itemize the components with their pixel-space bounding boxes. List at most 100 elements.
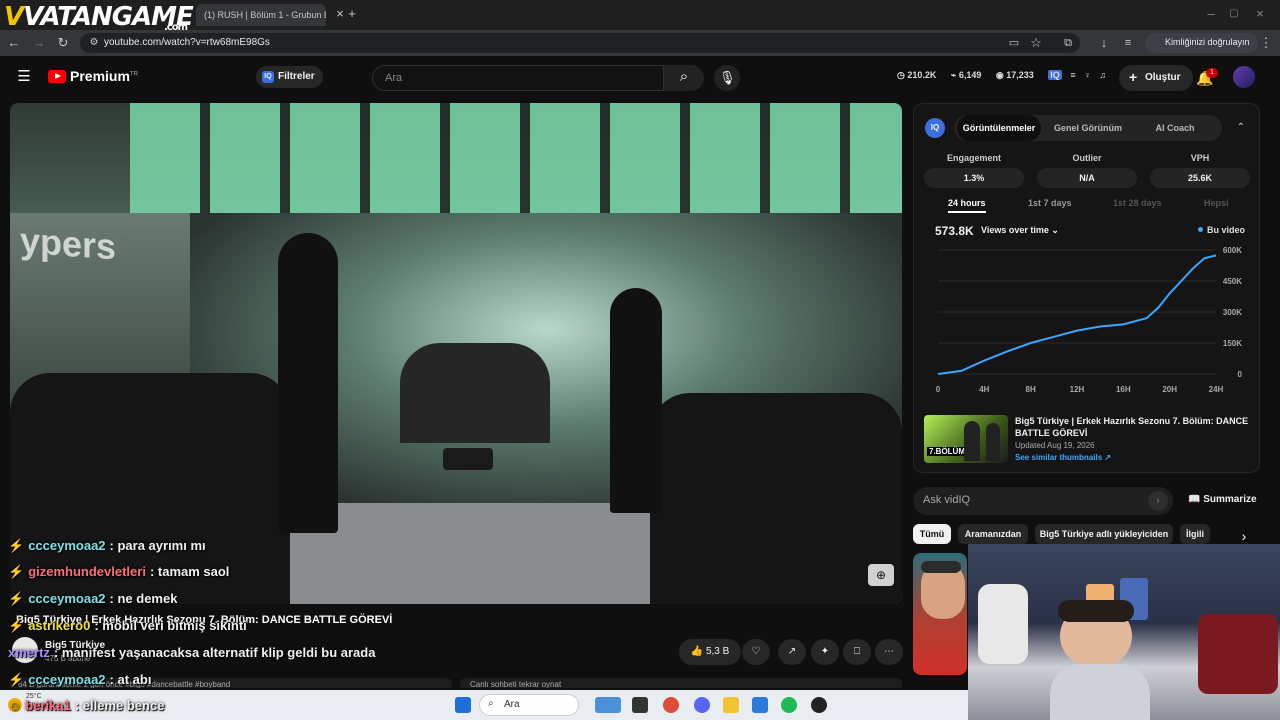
address-bar-row: ← → ↻ youtube.com/watch?v=rtw68mE98Gs ⚙ …	[0, 30, 1280, 56]
ask-vidiq-input[interactable]: Ask vidIQ	[913, 487, 1173, 515]
chart-y-tick: 150K	[1223, 339, 1242, 348]
window-close-icon[interactable]: ×	[1252, 6, 1268, 22]
video-player[interactable]: ypers ⊕	[10, 103, 902, 604]
search-button[interactable]: ⌕	[664, 65, 704, 91]
chart-series-line	[937, 254, 1217, 375]
filter-button[interactable]: IQ Filtreler	[256, 66, 323, 88]
list-icon[interactable]: ≡	[1070, 70, 1075, 80]
related-thumbnail[interactable]: 7.BÖLÜM	[924, 415, 1008, 463]
chart-y-tick: 300K	[1223, 308, 1242, 317]
video-frame-dancer-left	[278, 233, 338, 533]
search-input[interactable]: Ara	[372, 65, 664, 91]
obs-icon[interactable]	[811, 697, 827, 713]
cast-icon[interactable]: ▭	[1006, 35, 1022, 51]
tab-ai-coach[interactable]: AI Coach	[1140, 115, 1210, 141]
back-icon[interactable]: ←	[6, 35, 22, 51]
more-icon: ⋯	[884, 646, 894, 657]
windows-start-icon[interactable]	[455, 697, 471, 713]
chat-message: ☺ berika1: elleme bence	[8, 698, 164, 713]
like-button[interactable]: 👍 5,3 B	[679, 639, 741, 665]
taskbar-widget-icon[interactable]	[595, 697, 621, 713]
more-actions-button[interactable]: ⋯	[875, 639, 903, 665]
bookmark-icon: ⎕	[854, 646, 860, 657]
chat-text: : mobil veri bitmiş sikinti	[94, 618, 247, 633]
chat-badge-icon: ⚡	[8, 672, 25, 687]
new-tab-icon[interactable]: +	[344, 6, 360, 22]
extensions-icon[interactable]: ⧉	[1060, 35, 1076, 51]
views-mode-dropdown[interactable]: Views over time ⌄	[981, 225, 1059, 236]
spotify-icon[interactable]	[781, 697, 797, 713]
chart-y-tick: 0	[1238, 370, 1243, 379]
plus-icon: +	[1129, 69, 1138, 85]
chat-badge-icon: ⚡	[8, 591, 25, 606]
like-count: 5,3 B	[705, 646, 730, 657]
save-button[interactable]: ⎕	[843, 639, 871, 665]
chat-message: ⚡ ccceymoaa2: para ayrımı mı	[8, 538, 206, 554]
reload-icon[interactable]: ↻	[55, 35, 71, 51]
user-avatar[interactable]	[1233, 66, 1255, 88]
tab-overview[interactable]: Genel Görünüm	[1049, 115, 1127, 141]
summarize-button[interactable]: 📖 Summarize	[1188, 494, 1257, 505]
site-info-icon[interactable]: ⚙	[86, 35, 102, 51]
related-title[interactable]: Big5 Türkiye | Erkek Hazırlık Sezonu 7. …	[1015, 415, 1255, 439]
tab-active-video[interactable]: (1) RUSH | Bölüm 1 - Grubun Ege...	[196, 4, 326, 26]
thumbnail-label: 7.BÖLÜM	[927, 447, 967, 456]
chat-user: ccceymoaa2	[28, 538, 106, 553]
range-7d[interactable]: 1st 7 days	[1028, 198, 1072, 208]
trophy-icon[interactable]: ♀	[1084, 70, 1091, 80]
share-button[interactable]: ↗	[778, 639, 806, 665]
range-all[interactable]: Hepsi	[1204, 198, 1229, 208]
filter-label: Filtreler	[278, 71, 315, 82]
channel-stats: ◷ 210.2K ⌁ 6,149 ◉ 17,233 IQ ≡ ♀ ♫	[897, 70, 1112, 81]
maximize-icon[interactable]: ▢	[1226, 6, 1242, 22]
range-28d[interactable]: 1st 28 days	[1113, 198, 1162, 208]
dislike-button[interactable]: ♡	[742, 639, 770, 665]
forward-icon[interactable]: →	[31, 35, 47, 51]
range-24h[interactable]: 24 hours	[948, 198, 986, 213]
chip-from-search[interactable]: Aramanızdan	[958, 524, 1028, 544]
reading-list-icon[interactable]: ≡	[1120, 35, 1136, 51]
verify-identity-button[interactable]: Kimliğinizi doğrulayın	[1145, 33, 1258, 53]
hamburger-menu-icon[interactable]: ☰	[16, 69, 32, 85]
similar-thumbnails-link[interactable]: See similar thumbnails ↗	[1015, 453, 1111, 462]
chip-all[interactable]: Tümü	[913, 524, 951, 544]
bell-small-icon[interactable]: ♫	[1099, 70, 1106, 80]
video-frame-crowd-right	[650, 393, 902, 604]
chips-next-icon[interactable]: ›	[1236, 528, 1252, 544]
chat-user: ccceymoaa2	[28, 591, 106, 606]
discord-icon[interactable]	[694, 697, 710, 713]
create-button[interactable]: + Oluştur	[1119, 65, 1193, 91]
store-icon[interactable]	[752, 697, 768, 713]
browser-menu-icon[interactable]: ⋮	[1258, 35, 1274, 51]
video-overlay-button[interactable]: ⊕	[868, 564, 894, 586]
chip-uploader[interactable]: Big5 Türkiye adlı yükleyiciden	[1035, 524, 1173, 544]
voice-search-button[interactable]: 🎙	[714, 65, 740, 91]
chat-text: : para ayrımı mı	[109, 538, 206, 553]
chat-message: xmertz: manifest yaşanacaksa alternatif …	[8, 645, 375, 660]
youtube-premium-logo[interactable]: PremiumTR	[48, 68, 138, 84]
taskbar-search[interactable]: ⌕ Ara	[479, 694, 579, 716]
vidiq-sparkle-button[interactable]: ✦	[811, 639, 839, 665]
bookmark-star-icon[interactable]: ☆	[1028, 35, 1044, 51]
video-frame-speaker	[443, 448, 493, 470]
task-view-icon[interactable]	[632, 697, 648, 713]
vidiq-panel: IQ Görüntülenmeler Genel Görünüm AI Coac…	[913, 103, 1260, 473]
chat-text: : at abı	[109, 672, 152, 687]
chat-text: : tamam saol	[149, 564, 230, 579]
tab-views[interactable]: Görüntülenmeler	[957, 115, 1041, 141]
chip-related[interactable]: İlgili	[1180, 524, 1210, 544]
vidiq-toolbar-icon[interactable]: IQ	[1048, 70, 1062, 80]
ask-send-button[interactable]: ›	[1148, 491, 1168, 511]
file-explorer-icon[interactable]	[723, 697, 739, 713]
search-placeholder: Ara	[385, 72, 403, 84]
chrome-icon[interactable]	[663, 697, 679, 713]
metric-outlier-value: N/A	[1037, 168, 1137, 188]
download-icon[interactable]: ↓	[1096, 35, 1112, 51]
youtube-header: ☰ PremiumTR IQ Filtreler Ara ⌕ 🎙 ◷ 210.2…	[0, 56, 1280, 98]
collapse-chevron-icon[interactable]: ⌃	[1233, 120, 1249, 136]
tab-youtube-home[interactable]	[150, 4, 190, 26]
url-field[interactable]: youtube.com/watch?v=rtw68mE98Gs	[80, 33, 1080, 53]
verify-label: Kimliğinizi doğrulayın	[1165, 37, 1250, 47]
minimize-icon[interactable]: –	[1203, 6, 1219, 22]
live-chat-replay-bar[interactable]: Canlı sohbeti tekrar oynat	[460, 678, 902, 688]
